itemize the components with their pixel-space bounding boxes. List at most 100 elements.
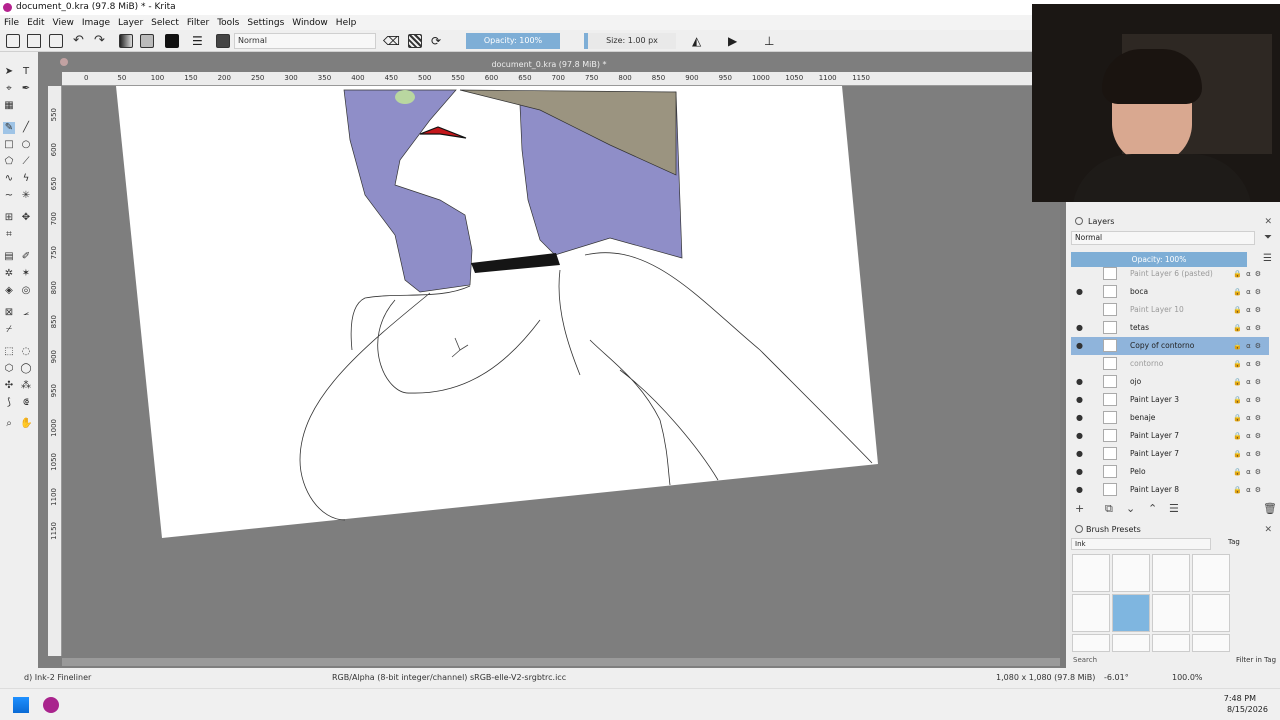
visibility-icon[interactable]: ● <box>1076 396 1084 404</box>
layer-actions-icon[interactable]: 🔒α⚙ <box>1233 463 1265 481</box>
brush-preset-nib[interactable] <box>1192 594 1230 632</box>
layer-name: ojo <box>1130 377 1142 386</box>
visibility-icon[interactable]: ● <box>1076 450 1084 458</box>
layer-actions-icon[interactable]: 🔒α⚙ <box>1233 319 1265 337</box>
layer-actions-icon[interactable]: 🔒α⚙ <box>1233 283 1265 301</box>
layer-blend-mode-select[interactable]: Normal <box>1071 231 1255 245</box>
brush-preset-marker[interactable] <box>1152 554 1190 592</box>
brush-preset-fineliner[interactable] <box>1112 594 1150 632</box>
layer-thumbnail <box>1103 303 1117 316</box>
color-profile-label: RGB/Alpha (8-bit integer/channel) sRGB-e… <box>332 673 567 682</box>
layer-thumbnail <box>1103 411 1117 424</box>
visibility-icon[interactable]: ● <box>1076 486 1084 494</box>
layer-row[interactable]: contorno 🔒α⚙ <box>1071 355 1269 373</box>
layer-thumbnail <box>1103 375 1117 388</box>
layer-actions-icon[interactable]: 🔒α⚙ <box>1233 265 1265 283</box>
horizontal-scrollbar[interactable] <box>62 658 1060 666</box>
layer-row[interactable]: ● Paint Layer 3 🔒α⚙ <box>1071 391 1269 409</box>
layer-row[interactable]: ● Pelo 🔒α⚙ <box>1071 463 1269 481</box>
brush-presets-header: Brush Presets ✕ <box>1072 524 1272 536</box>
visibility-icon[interactable]: ● <box>1076 468 1084 476</box>
layer-actions-icon[interactable]: 🔒α⚙ <box>1233 427 1265 445</box>
layer-name: Paint Layer 7 <box>1130 431 1180 440</box>
brush-preset-green[interactable] <box>1192 634 1230 652</box>
krita-taskbar-icon[interactable] <box>43 697 59 713</box>
brush-search-input[interactable]: Search <box>1073 656 1097 664</box>
duplicate-layer-icon[interactable]: ⧉ <box>1105 502 1113 516</box>
filter-icon[interactable]: ⏷ <box>1264 232 1272 243</box>
layer-row[interactable]: Paint Layer 10 🔒α⚙ <box>1071 301 1269 319</box>
layers-panel-title: Layers <box>1088 217 1115 226</box>
layers-panel-icon <box>1075 217 1083 225</box>
brush-preset-orange[interactable] <box>1072 634 1110 652</box>
layer-row-selected[interactable]: ● Copy of contorno 🔒α⚙ <box>1071 337 1269 355</box>
layer-actions-icon[interactable]: 🔒α⚙ <box>1233 445 1265 463</box>
delete-layer-icon[interactable]: 🗑 <box>1263 502 1277 515</box>
layer-thumbnail <box>1103 357 1117 370</box>
layer-menu-icon[interactable]: ☰ <box>1263 253 1272 264</box>
image-size-label: 1,080 x 1,080 (97.8 MiB) <box>996 673 1096 682</box>
layer-properties-icon[interactable]: ☰ <box>1169 502 1179 515</box>
brush-preset-ink-pen[interactable] <box>1192 554 1230 592</box>
layer-row[interactable]: ● Paint Layer 8 🔒α⚙ <box>1071 481 1269 499</box>
layer-row[interactable]: ● ojo 🔒α⚙ <box>1071 373 1269 391</box>
layer-actions-icon[interactable]: 🔒α⚙ <box>1233 481 1265 499</box>
layer-actions-icon[interactable]: 🔒α⚙ <box>1233 301 1265 319</box>
zoom-label[interactable]: 100.0% <box>1172 668 1203 688</box>
layer-thumbnail <box>1103 483 1117 496</box>
layer-name: Copy of contorno <box>1130 341 1195 350</box>
layer-name: Paint Layer 10 <box>1130 305 1184 314</box>
layer-actions-icon[interactable]: 🔒α⚙ <box>1233 409 1265 427</box>
layer-row[interactable]: ● boca 🔒α⚙ <box>1071 283 1269 301</box>
visibility-icon[interactable] <box>1076 306 1084 314</box>
rotation-label[interactable]: -6.01° <box>1104 668 1129 688</box>
visibility-icon[interactable]: ● <box>1076 378 1084 386</box>
brush-tag-select[interactable]: Ink <box>1071 538 1211 550</box>
layer-row[interactable]: ● Paint Layer 7 🔒α⚙ <box>1071 427 1269 445</box>
current-brush-label[interactable]: d) Ink-2 Fineliner <box>24 668 91 688</box>
layer-name: Paint Layer 3 <box>1130 395 1180 404</box>
visibility-icon[interactable]: ● <box>1076 342 1084 350</box>
layer-actions-icon[interactable]: 🔒α⚙ <box>1233 337 1265 355</box>
clock-date[interactable]: 8/15/2026 <box>1227 705 1268 714</box>
layer-row[interactable]: ● Paint Layer 7 🔒α⚙ <box>1071 445 1269 463</box>
layer-row[interactable]: Paint Layer 6 (pasted) 🔒α⚙ <box>1071 265 1269 283</box>
move-layer-up-icon[interactable]: ⌃ <box>1148 502 1157 515</box>
brush-preset-pencil[interactable] <box>1072 594 1110 632</box>
brush-preset-blue-pen[interactable] <box>1112 554 1150 592</box>
panel-close-icon[interactable]: ✕ <box>1264 524 1272 536</box>
canvas-pin-icon <box>60 58 68 66</box>
panel-close-icon[interactable]: ✕ <box>1264 216 1272 228</box>
layer-name: benaje <box>1130 413 1156 422</box>
brush-preset-pink[interactable] <box>1152 634 1190 652</box>
layer-thumbnail <box>1103 267 1117 280</box>
visibility-icon[interactable]: ● <box>1076 414 1084 422</box>
brush-preset-red[interactable] <box>1112 634 1150 652</box>
layer-thumbnail <box>1103 447 1117 460</box>
windows-start-icon[interactable] <box>13 697 29 713</box>
move-layer-down-icon[interactable]: ⌄ <box>1126 502 1135 515</box>
layer-actions-icon[interactable]: 🔒α⚙ <box>1233 391 1265 409</box>
visibility-icon[interactable] <box>1076 360 1084 368</box>
layer-actions-icon[interactable]: 🔒α⚙ <box>1233 355 1265 373</box>
visibility-icon[interactable]: ● <box>1076 432 1084 440</box>
layer-thumbnail <box>1103 429 1117 442</box>
brush-preset-yellow-pen[interactable] <box>1152 594 1190 632</box>
status-bar: d) Ink-2 Fineliner RGB/Alpha (8-bit inte… <box>0 668 1280 688</box>
brush-presets-icon <box>1075 525 1083 533</box>
visibility-icon[interactable] <box>1076 270 1084 278</box>
layer-row[interactable]: ● benaje 🔒α⚙ <box>1071 409 1269 427</box>
clock-time[interactable]: 7:48 PM <box>1224 694 1256 703</box>
visibility-icon[interactable]: ● <box>1076 288 1084 296</box>
layer-row[interactable]: ● tetas 🔒α⚙ <box>1071 319 1269 337</box>
layer-thumbnail <box>1103 465 1117 478</box>
layer-thumbnail <box>1103 339 1117 352</box>
add-layer-icon[interactable]: + <box>1075 502 1084 515</box>
layer-actions-icon[interactable]: 🔒α⚙ <box>1233 373 1265 391</box>
layers-panel-header: Layers ✕ <box>1072 216 1272 228</box>
tag-button[interactable]: Tag <box>1228 538 1240 546</box>
layer-name: boca <box>1130 287 1149 296</box>
filter-in-tag-checkbox[interactable]: Filter in Tag <box>1236 656 1276 664</box>
brush-preset-eraser[interactable] <box>1072 554 1110 592</box>
visibility-icon[interactable]: ● <box>1076 324 1084 332</box>
